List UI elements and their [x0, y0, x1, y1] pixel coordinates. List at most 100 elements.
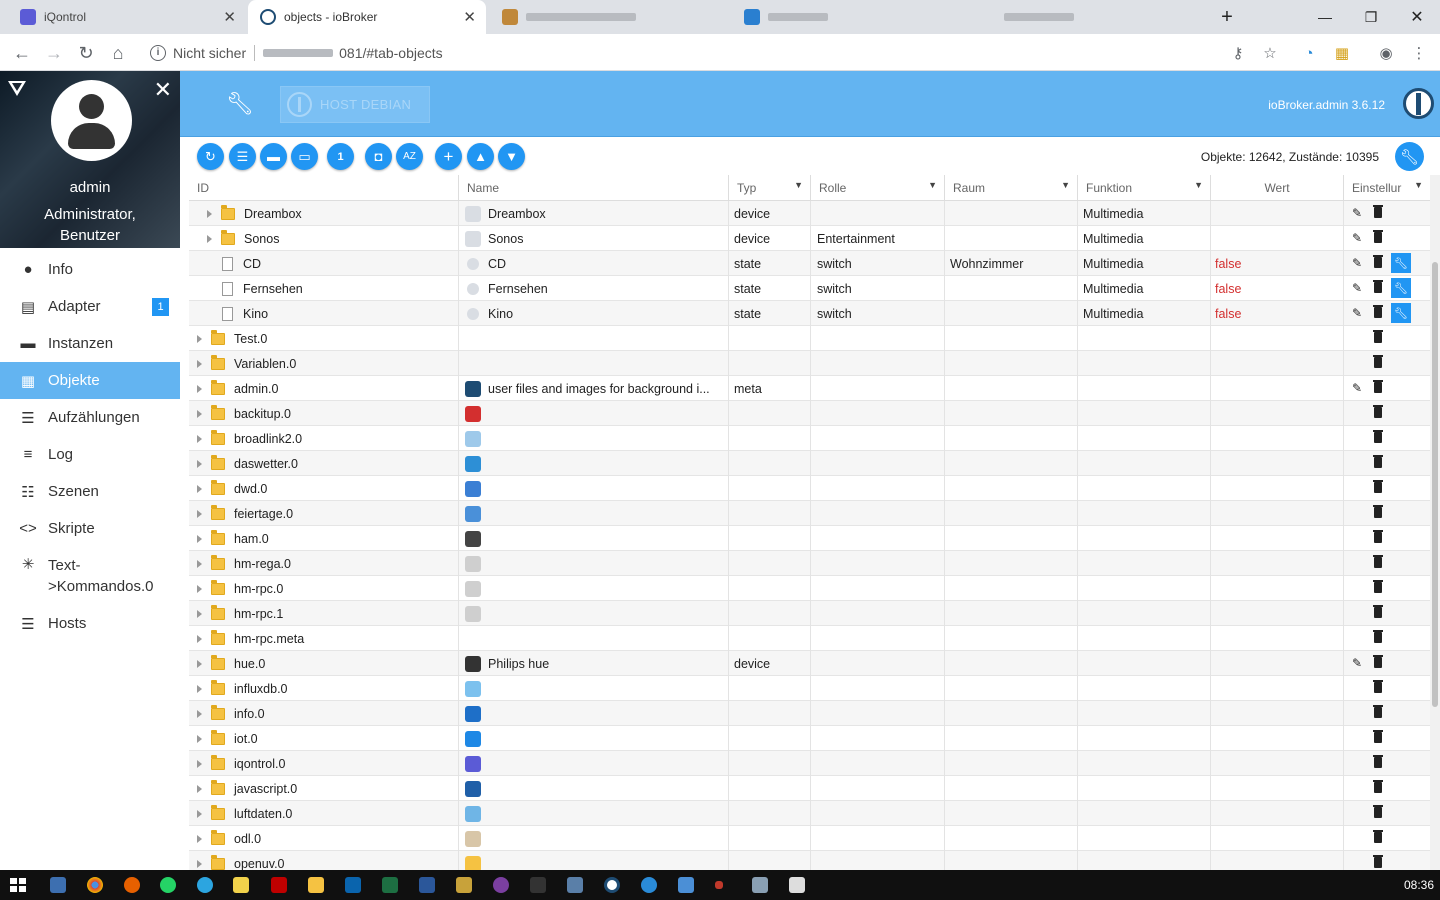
cell-wert[interactable] — [1211, 676, 1344, 701]
sidebar-item-text-kommandos[interactable]: ✳ Text- >Kommandos.0 — [0, 547, 180, 605]
edit-icon[interactable]: ✎ — [1352, 206, 1362, 220]
table-row[interactable]: influxdb.0 — [189, 676, 1430, 701]
trash-icon[interactable] — [1373, 730, 1383, 743]
trash-icon[interactable] — [1373, 555, 1383, 568]
table-row[interactable]: iot.0 — [189, 726, 1430, 751]
wrench-icon[interactable]: 🔧︎ — [1391, 253, 1411, 273]
bookmark-star-icon[interactable]: ☆ — [1259, 42, 1281, 64]
key-icon[interactable]: ⚷ — [1227, 42, 1249, 64]
host-button[interactable]: HOST DEBIAN — [280, 86, 430, 123]
sidebar-item-info[interactable]: ● Info — [0, 251, 180, 288]
table-row[interactable]: feiertage.0 — [189, 501, 1430, 526]
edit-icon[interactable]: ✎ — [1352, 281, 1362, 295]
edit-icon[interactable]: ✎ — [1352, 231, 1362, 245]
home-button[interactable]: ⌂ — [104, 39, 132, 67]
cell-wert[interactable] — [1211, 201, 1344, 226]
settings-wrench-button[interactable]: 🔧︎ — [1395, 142, 1424, 171]
expand-arrow-icon[interactable] — [207, 234, 212, 243]
cell-wert[interactable] — [1211, 751, 1344, 776]
user-filter-button[interactable]: ◘ — [365, 143, 392, 170]
trash-icon[interactable] — [1373, 480, 1383, 493]
expand-arrow-icon[interactable] — [197, 384, 202, 393]
table-row[interactable]: backitup.0 — [189, 401, 1430, 426]
new-tab-button[interactable]: + — [1204, 0, 1250, 34]
info-icon[interactable]: i — [150, 44, 166, 61]
trash-icon[interactable] — [1373, 405, 1383, 418]
close-tab-icon[interactable]: ✕ — [223, 8, 236, 26]
trash-icon[interactable] — [1373, 655, 1383, 668]
column-header-einstellungen[interactable]: Einstellur ▼ — [1344, 175, 1430, 201]
expand-arrow-icon[interactable] — [197, 334, 202, 343]
cell-wert[interactable] — [1211, 426, 1344, 451]
wrench-icon[interactable]: 🔧︎ — [1391, 278, 1411, 298]
trash-icon[interactable] — [1373, 830, 1383, 843]
trash-icon[interactable] — [1373, 380, 1383, 393]
table-row[interactable]: iqontrol.0 — [189, 751, 1430, 776]
cell-wert[interactable] — [1211, 801, 1344, 826]
cell-wert[interactable] — [1211, 726, 1344, 751]
expand-arrow-icon[interactable] — [197, 709, 202, 718]
cell-wert[interactable] — [1211, 351, 1344, 376]
minimize-button[interactable]: — — [1302, 0, 1348, 34]
cell-wert[interactable] — [1211, 626, 1344, 651]
forward-button[interactable]: → — [40, 39, 68, 67]
column-header-name[interactable]: Name — [459, 175, 729, 201]
cell-wert[interactable]: false — [1211, 251, 1344, 276]
sidebar-item-objekte[interactable]: ▦ Objekte — [0, 362, 180, 399]
app-icon[interactable] — [715, 881, 723, 889]
scrollbar-thumb[interactable] — [1432, 262, 1438, 707]
sidebar-item-log[interactable]: ≡ Log — [0, 436, 180, 473]
table-row[interactable]: admin.0 user files and images for backgro… — [189, 376, 1430, 401]
browser-tab-blurred[interactable] — [490, 0, 730, 34]
maximize-button[interactable]: ❐ — [1348, 0, 1394, 34]
table-row[interactable]: Kino Kino state switch Multimedia false ✎ 🔧︎ — [189, 301, 1430, 326]
sidebar-item-skripte[interactable]: <> Skripte — [0, 510, 180, 547]
table-row[interactable]: ham.0 — [189, 526, 1430, 551]
app-icon[interactable] — [456, 877, 472, 893]
edit-icon[interactable]: ✎ — [1352, 306, 1362, 320]
trash-icon[interactable] — [1373, 230, 1383, 243]
telegram-icon[interactable] — [197, 877, 213, 893]
trash-icon[interactable] — [1373, 805, 1383, 818]
app-icon[interactable] — [567, 877, 583, 893]
edit-icon[interactable]: ✎ — [1352, 381, 1362, 395]
expand-arrow-icon[interactable] — [207, 209, 212, 218]
table-row[interactable]: hm-rpc.0 — [189, 576, 1430, 601]
trash-icon[interactable] — [1373, 505, 1383, 518]
trash-icon[interactable] — [1373, 630, 1383, 643]
list-view-button[interactable]: ☰ — [229, 143, 256, 170]
table-row[interactable]: Variablen.0 — [189, 351, 1430, 376]
expand-arrow-icon[interactable] — [197, 759, 202, 768]
trash-icon[interactable] — [1373, 330, 1383, 343]
sort-az-button[interactable]: AZ — [396, 143, 423, 170]
table-row[interactable]: Sonos Sonos device Entertainment Multimedia ✎ — [189, 226, 1430, 251]
close-window-button[interactable]: ✕ — [1394, 0, 1440, 34]
wrench-icon[interactable]: 🔧︎ — [226, 91, 254, 117]
browser-tab-blurred[interactable] — [732, 0, 962, 34]
browser-tab-iobroker[interactable]: objects - ioBroker ✕ — [248, 0, 486, 34]
trash-icon[interactable] — [1373, 705, 1383, 718]
excel-icon[interactable] — [382, 877, 398, 893]
trash-icon[interactable] — [1373, 855, 1383, 868]
extension-icon[interactable]: ◔ — [1298, 42, 1320, 64]
iobroker-icon[interactable] — [604, 877, 620, 893]
expand-all-button[interactable]: ▬ — [260, 143, 287, 170]
expand-arrow-icon[interactable] — [197, 859, 202, 868]
trash-icon[interactable] — [1373, 680, 1383, 693]
edit-icon[interactable]: ✎ — [1352, 656, 1362, 670]
url-input[interactable]: i Nicht sicher 081/#tab-objects — [140, 38, 1290, 67]
expand-arrow-icon[interactable] — [197, 734, 202, 743]
sidebar-item-instanzen[interactable]: ▬ Instanzen — [0, 325, 180, 362]
back-button[interactable]: ← — [8, 39, 36, 67]
expand-arrow-icon[interactable] — [197, 784, 202, 793]
cell-wert[interactable] — [1211, 376, 1344, 401]
table-row[interactable]: hm-rega.0 — [189, 551, 1430, 576]
cell-wert[interactable] — [1211, 501, 1344, 526]
table-row[interactable]: javascript.0 — [189, 776, 1430, 801]
outlook-icon[interactable] — [345, 877, 361, 893]
table-row[interactable]: odl.0 — [189, 826, 1430, 851]
browser-tab-blurred[interactable] — [964, 0, 1204, 34]
table-row[interactable]: dwd.0 — [189, 476, 1430, 501]
cell-wert[interactable] — [1211, 651, 1344, 676]
trash-icon[interactable] — [1373, 355, 1383, 368]
